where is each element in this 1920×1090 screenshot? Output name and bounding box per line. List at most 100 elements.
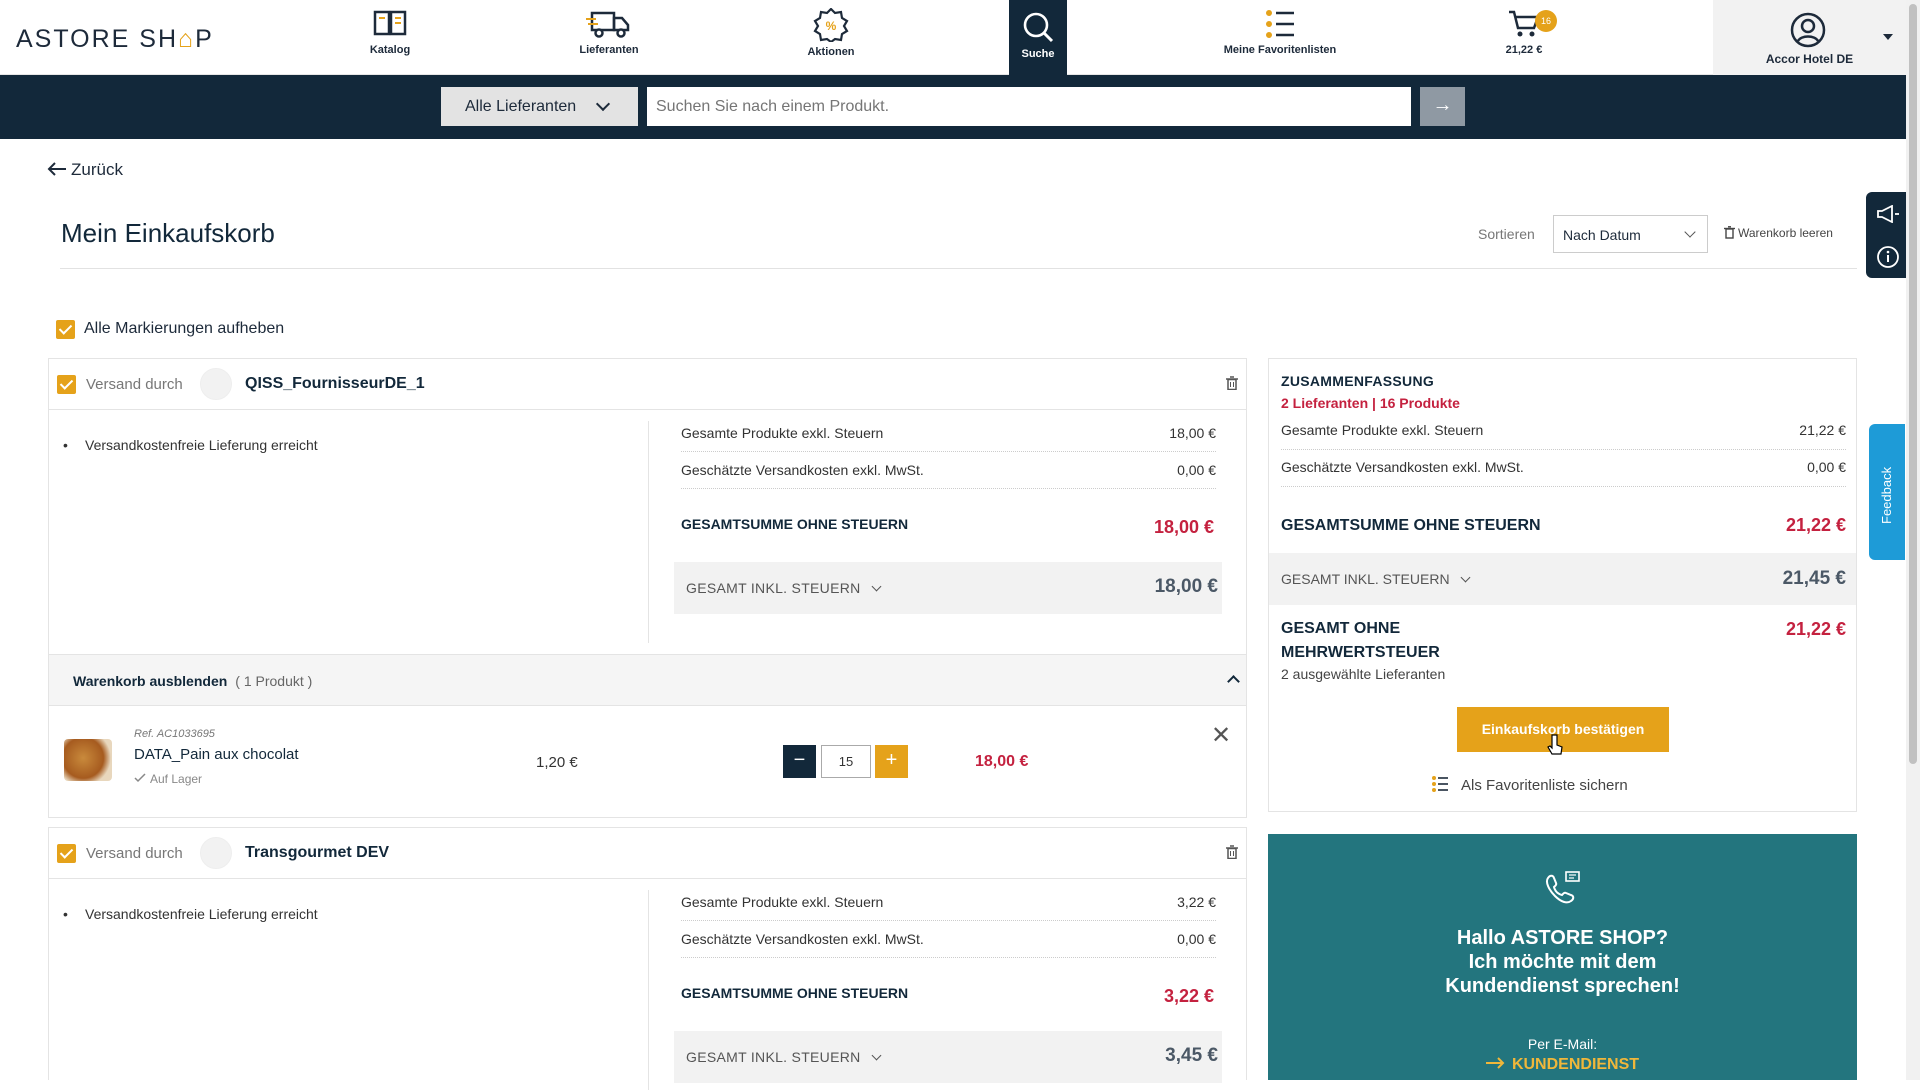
net-total-value: 21,22 € — [1785, 619, 1846, 639]
incl-tax-label: GESAMT INKL. STEUERN — [686, 1049, 861, 1065]
incl-tax-label: GESAMT INKL. STEUERN — [686, 580, 861, 596]
quantity-increase-button[interactable]: + — [875, 745, 908, 778]
summary-subtitle: 2 Lieferanten | 16 Produkte — [1281, 395, 1460, 411]
row-label: Geschätzte Versandkosten exkl. MwSt. — [681, 462, 924, 478]
trash-icon[interactable] — [1226, 376, 1238, 390]
total-value: 18,00 € — [1153, 517, 1214, 537]
save-as-favorite-list-label: Als Favoritenliste sichern — [1461, 777, 1628, 794]
nav-suche[interactable]: Suche — [1009, 0, 1067, 75]
quantity-decrease-button[interactable]: − — [783, 745, 816, 778]
account-menu[interactable]: Accor Hotel DE — [1713, 0, 1906, 75]
summary-row-shipping: Geschätzte Versandkosten exkl. MwSt. 0,0… — [681, 452, 1216, 489]
row-label: Gesamte Produkte exkl. Steuern — [1281, 422, 1484, 438]
customer-service-email-label: Per E-Mail: — [1527, 1036, 1598, 1052]
page-scrollbar[interactable] — [1906, 0, 1920, 1080]
supplier-name: Transgourmet DEV — [245, 844, 390, 861]
product-image[interactable] — [64, 739, 112, 781]
info-icon[interactable] — [1876, 245, 1900, 269]
summary-row-products: Gesamte Produkte exkl. Steuern 21,22 € — [1281, 413, 1846, 450]
list-icon — [1266, 10, 1294, 38]
summary-row-products: Gesamte Produkte exkl. Steuern 3,22 € — [681, 884, 1216, 921]
megaphone-icon[interactable] — [1876, 205, 1900, 223]
incl-tax-value: 21,45 € — [1782, 568, 1846, 589]
phone-chat-icon — [1545, 871, 1580, 904]
top-navigation-bar: ASTORE SH⌂P Katalog Lieferanten % Aktion… — [0, 0, 1920, 75]
select-all-checkbox[interactable] — [56, 320, 75, 339]
trash-icon[interactable] — [1226, 845, 1238, 859]
unit-price: 1,20 € — [536, 754, 578, 771]
nav-lieferanten-label: Lieferanten — [579, 44, 639, 56]
list-icon — [1432, 776, 1448, 792]
nav-katalog[interactable]: Katalog — [355, 8, 425, 68]
supplier-select[interactable]: Alle Lieferanten — [441, 87, 638, 126]
line-total: 18,00 € — [975, 753, 1029, 770]
divider — [60, 268, 1857, 269]
summary-incl-tax-toggle[interactable]: GESAMT INKL. STEUERN 21,45 € — [1269, 553, 1856, 605]
summary-row-shipping: Geschätzte Versandkosten exkl. MwSt. 0,0… — [681, 921, 1216, 958]
row-value: 0,00 € — [1177, 462, 1216, 478]
summary-row-shipping: Geschätzte Versandkosten exkl. MwSt. 0,0… — [1281, 450, 1846, 487]
total-label: GESAMTSUMME OHNE STEUERN — [681, 516, 909, 532]
row-label: Gesamte Produkte exkl. Steuern — [681, 425, 884, 441]
hide-cart-toggle[interactable]: Warenkorb ausblenden ( 1 Produkt ) — [49, 654, 1246, 706]
chevron-down-icon — [1460, 572, 1471, 583]
supplier-logo — [200, 837, 232, 869]
stock-label: Auf Lager — [150, 772, 203, 786]
row-value: 18,00 € — [1169, 425, 1216, 441]
feedback-label: Feedback — [1879, 466, 1894, 524]
cart-count-badge: 16 — [1535, 10, 1557, 32]
sort-select-value: Nach Datum — [1563, 227, 1641, 243]
incl-tax-label: GESAMT INKL. STEUERN — [1281, 571, 1450, 587]
free-shipping-note: Versandkostenfreie Lieferung erreicht — [63, 906, 318, 922]
customer-service-box: Hallo ASTORE SHOP? Ich möchte mit dem Ku… — [1268, 834, 1857, 1080]
back-link[interactable]: Zurück — [47, 160, 123, 180]
supplier-card-header: Versand durch Transgourmet DEV — [49, 828, 1246, 879]
logo-house-icon: ⌂ — [178, 25, 196, 53]
arrow-left-icon — [47, 162, 66, 176]
sort-select[interactable]: Nach Datum — [1553, 215, 1708, 253]
search-submit-button[interactable]: → — [1420, 87, 1465, 126]
incl-tax-toggle[interactable]: GESAMT INKL. STEUERN 3,45 € — [674, 1031, 1222, 1083]
remove-product-button[interactable]: ✕ — [1211, 721, 1231, 750]
save-as-favorite-list-button[interactable]: Als Favoritenliste sichern — [1432, 776, 1628, 794]
supplier-card-header: Versand durch QISS_FournisseurDE_1 — [49, 359, 1246, 410]
summary-total-label: GESAMTSUMME OHNE STEUERN — [1281, 517, 1541, 534]
product-ref: Ref. AC1033695 — [134, 728, 215, 740]
chevron-down-icon — [871, 581, 882, 592]
quantity-input[interactable] — [821, 745, 871, 778]
supplier-card: Versand durch QISS_FournisseurDE_1 Versa… — [48, 358, 1247, 818]
logo-text-end: P — [195, 25, 214, 53]
nav-favoritenlisten[interactable]: Meine Favoritenlisten — [1210, 8, 1350, 68]
nav-aktionen[interactable]: % Aktionen — [795, 8, 867, 68]
incl-tax-toggle[interactable]: GESAMT INKL. STEUERN 18,00 € — [674, 562, 1222, 614]
total-value: 3,22 € — [1163, 986, 1214, 1006]
percent-badge-icon: % — [813, 8, 849, 42]
customer-service-link[interactable]: KUNDENDIENST — [1268, 1056, 1857, 1074]
customer-service-title-text: Hallo ASTORE SHOP? Ich möchte mit dem Ku… — [1445, 927, 1680, 997]
select-all-label: Alle Markierungen aufheben — [84, 320, 285, 337]
truck-icon — [586, 11, 630, 38]
chevron-up-icon — [1227, 675, 1240, 688]
customer-service-link-label: KUNDENDIENST — [1511, 1056, 1640, 1073]
empty-cart-button[interactable]: Warenkorb leeren — [1724, 226, 1833, 240]
row-label: Geschätzte Versandkosten exkl. MwSt. — [681, 931, 924, 947]
divider — [648, 421, 649, 643]
feedback-tab[interactable]: Feedback — [1869, 424, 1905, 560]
product-name[interactable]: DATA_Pain aux chocolat — [134, 746, 299, 763]
search-input[interactable] — [647, 87, 1411, 126]
chevron-down-icon — [1883, 34, 1893, 40]
page-title: Mein Einkaufskorb — [61, 218, 275, 248]
ship-by-label: Versand durch — [86, 376, 183, 393]
mouse-cursor-icon — [1547, 734, 1563, 755]
supplier-checkbox[interactable] — [57, 375, 76, 394]
supplier-logo — [200, 368, 232, 400]
nav-lieferanten[interactable]: Lieferanten — [568, 8, 650, 68]
astore-shop-logo[interactable]: ASTORE SH⌂P — [16, 25, 214, 54]
scrollbar-thumb[interactable] — [1909, 4, 1917, 764]
cart-total-label: 21,22 € — [1505, 44, 1543, 56]
stock-status: Auf Lager — [134, 772, 202, 786]
row-label: Gesamte Produkte exkl. Steuern — [681, 894, 884, 910]
back-link-label: Zurück — [71, 160, 123, 179]
free-shipping-note: Versandkostenfreie Lieferung erreicht — [63, 437, 318, 453]
supplier-checkbox[interactable] — [57, 844, 76, 863]
